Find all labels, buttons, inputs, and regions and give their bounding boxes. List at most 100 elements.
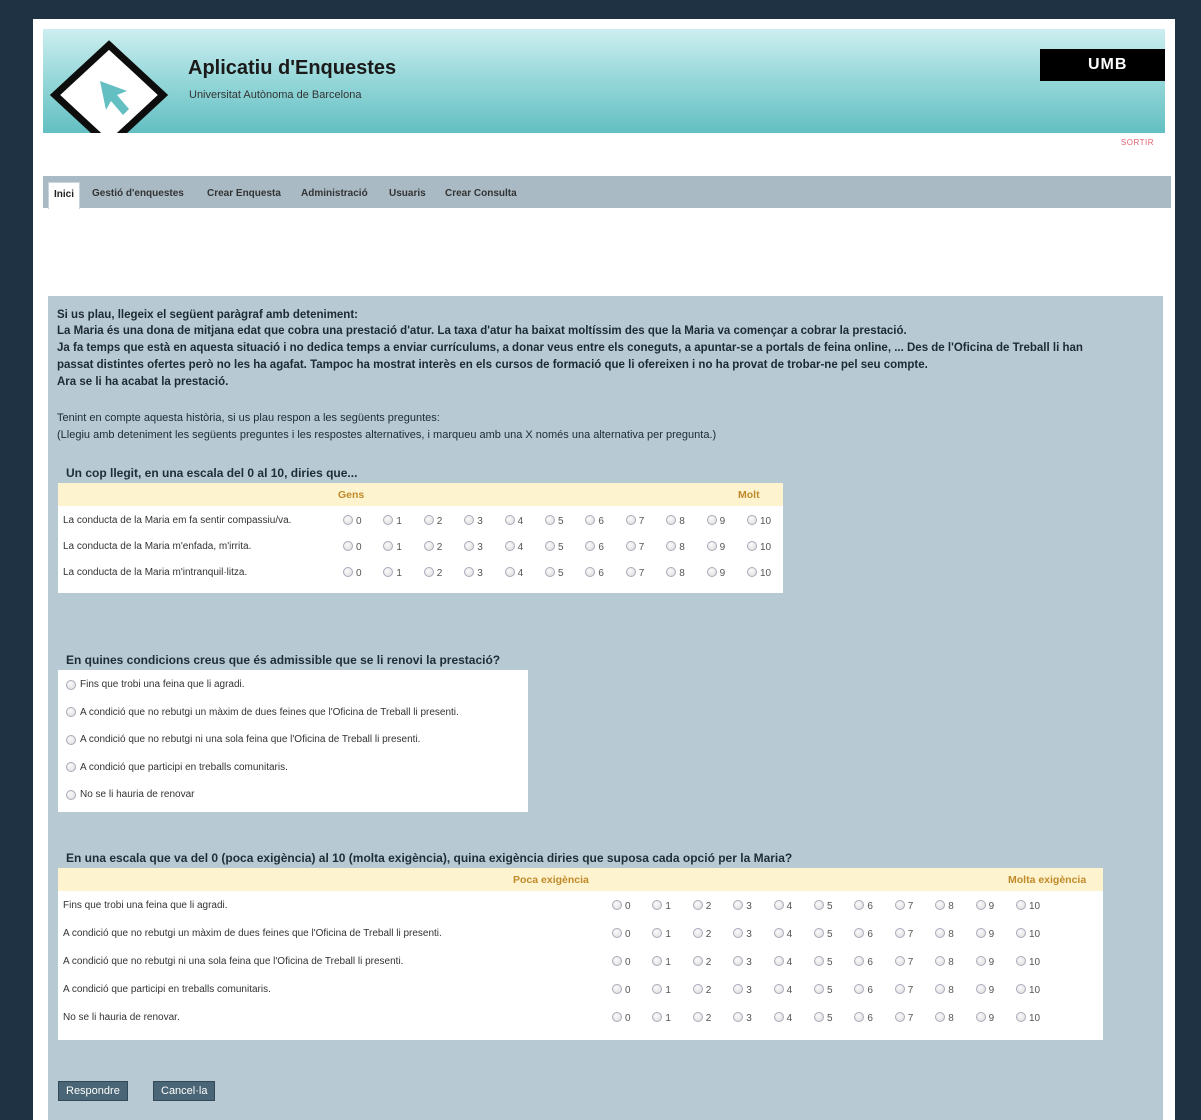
- radio-button-icon[interactable]: [975, 899, 986, 910]
- q1-row3-option-8[interactable]: 8: [666, 566, 685, 579]
- radio-button-icon[interactable]: [666, 514, 677, 525]
- radio-button-icon[interactable]: [545, 566, 555, 577]
- q3-row4-option-9[interactable]: 9: [975, 983, 994, 996]
- q3-row5-option-3[interactable]: 3: [733, 1011, 752, 1024]
- radio-button-icon[interactable]: [935, 927, 946, 938]
- radio-button-icon[interactable]: [733, 1011, 744, 1022]
- radio-button-icon[interactable]: [1016, 983, 1026, 994]
- q3-row2-option-9[interactable]: 9: [975, 927, 994, 940]
- tab-gestio-enquestes[interactable]: Gestió d'enquestes: [92, 188, 184, 199]
- q3-row5-option-7[interactable]: 7: [894, 1011, 913, 1024]
- q3-row3-option-1[interactable]: 1: [652, 955, 671, 968]
- q3-row3-option-6[interactable]: 6: [854, 955, 873, 968]
- q1-row3-option-10[interactable]: 10: [747, 566, 771, 579]
- radio-button-icon[interactable]: [692, 1011, 703, 1022]
- q3-row4-option-4[interactable]: 4: [773, 983, 792, 996]
- tab-crear-enquesta[interactable]: Crear Enquesta: [207, 188, 281, 199]
- q1-row2-option-10[interactable]: 10: [747, 540, 771, 553]
- radio-button-icon[interactable]: [814, 955, 824, 966]
- q1-row1-option-3[interactable]: 3: [464, 514, 483, 527]
- radio-button-icon[interactable]: [854, 927, 865, 938]
- q2-option-3[interactable]: A condició que no rebutgi ni una sola fe…: [66, 734, 420, 745]
- q1-row2-option-2[interactable]: 2: [423, 540, 442, 553]
- q2-option-2[interactable]: A condició que no rebutgi un màxim de du…: [66, 707, 459, 718]
- q1-row2-option-8[interactable]: 8: [666, 540, 685, 553]
- q3-row2-option-10[interactable]: 10: [1016, 927, 1040, 940]
- radio-button-icon[interactable]: [747, 514, 757, 525]
- q2-option-1[interactable]: Fins que trobi una feina que li agradi.: [66, 679, 245, 690]
- q3-row3-option-0[interactable]: 0: [612, 955, 631, 968]
- radio-button-icon[interactable]: [66, 762, 76, 772]
- radio-button-icon[interactable]: [652, 1011, 663, 1022]
- q1-row1-option-9[interactable]: 9: [706, 514, 725, 527]
- radio-button-icon[interactable]: [612, 927, 622, 938]
- radio-button-icon[interactable]: [773, 899, 784, 910]
- radio-button-icon[interactable]: [612, 983, 622, 994]
- q3-row2-option-6[interactable]: 6: [854, 927, 873, 940]
- q3-row2-option-0[interactable]: 0: [612, 927, 631, 940]
- q3-row5-option-2[interactable]: 2: [692, 1011, 711, 1024]
- radio-button-icon[interactable]: [1016, 955, 1026, 966]
- radio-button-icon[interactable]: [692, 955, 703, 966]
- q1-row2-option-6[interactable]: 6: [585, 540, 604, 553]
- q3-row4-option-6[interactable]: 6: [854, 983, 873, 996]
- q1-row1-option-0[interactable]: 0: [343, 514, 362, 527]
- radio-button-icon[interactable]: [975, 1011, 986, 1022]
- radio-button-icon[interactable]: [854, 955, 865, 966]
- q3-row3-option-7[interactable]: 7: [894, 955, 913, 968]
- radio-button-icon[interactable]: [975, 983, 986, 994]
- q3-row1-option-9[interactable]: 9: [975, 899, 994, 912]
- radio-button-icon[interactable]: [66, 789, 76, 800]
- q1-row2-option-9[interactable]: 9: [706, 540, 725, 553]
- q3-row1-option-5[interactable]: 5: [814, 899, 833, 912]
- q3-row3-option-3[interactable]: 3: [733, 955, 752, 968]
- radio-button-icon[interactable]: [894, 955, 905, 966]
- radio-button-icon[interactable]: [343, 540, 353, 551]
- submit-button[interactable]: Respondre: [58, 1081, 128, 1101]
- radio-button-icon[interactable]: [383, 540, 394, 551]
- q3-row3-option-5[interactable]: 5: [814, 955, 833, 968]
- radio-button-icon[interactable]: [733, 899, 744, 910]
- q3-row5-option-8[interactable]: 8: [935, 1011, 954, 1024]
- q3-row1-option-3[interactable]: 3: [733, 899, 752, 912]
- radio-button-icon[interactable]: [625, 514, 636, 525]
- q3-row2-option-3[interactable]: 3: [733, 927, 752, 940]
- radio-button-icon[interactable]: [935, 1011, 946, 1022]
- q3-row1-option-4[interactable]: 4: [773, 899, 792, 912]
- radio-button-icon[interactable]: [585, 566, 596, 577]
- radio-button-icon[interactable]: [692, 899, 703, 910]
- radio-button-icon[interactable]: [773, 927, 784, 938]
- q3-row4-option-3[interactable]: 3: [733, 983, 752, 996]
- radio-button-icon[interactable]: [894, 983, 905, 994]
- q3-row4-option-2[interactable]: 2: [692, 983, 711, 996]
- q3-row3-option-2[interactable]: 2: [692, 955, 711, 968]
- q1-row2-option-1[interactable]: 1: [383, 540, 402, 553]
- radio-button-icon[interactable]: [66, 734, 76, 745]
- radio-button-icon[interactable]: [733, 955, 744, 966]
- radio-button-icon[interactable]: [894, 1011, 905, 1022]
- radio-button-icon[interactable]: [585, 514, 596, 525]
- q3-row4-option-1[interactable]: 1: [652, 983, 671, 996]
- q3-row1-option-1[interactable]: 1: [652, 899, 671, 912]
- q1-row2-option-3[interactable]: 3: [464, 540, 483, 553]
- radio-button-icon[interactable]: [585, 540, 596, 551]
- radio-button-icon[interactable]: [464, 540, 475, 551]
- q3-row5-option-10[interactable]: 10: [1016, 1011, 1040, 1024]
- q1-row3-option-1[interactable]: 1: [383, 566, 402, 579]
- q1-row1-option-10[interactable]: 10: [747, 514, 771, 527]
- radio-button-icon[interactable]: [975, 927, 986, 938]
- radio-button-icon[interactable]: [692, 983, 703, 994]
- radio-button-icon[interactable]: [894, 927, 905, 938]
- radio-button-icon[interactable]: [773, 1011, 784, 1022]
- q2-option-5[interactable]: No se li hauria de renovar: [66, 789, 195, 800]
- q3-row5-option-0[interactable]: 0: [612, 1011, 631, 1024]
- q3-row5-option-4[interactable]: 4: [773, 1011, 792, 1024]
- q1-row1-option-1[interactable]: 1: [383, 514, 402, 527]
- q3-row1-option-8[interactable]: 8: [935, 899, 954, 912]
- q1-row2-option-5[interactable]: 5: [545, 540, 564, 553]
- radio-button-icon[interactable]: [504, 540, 515, 551]
- tab-inici[interactable]: Inici: [48, 182, 81, 209]
- q3-row5-option-6[interactable]: 6: [854, 1011, 873, 1024]
- radio-button-icon[interactable]: [612, 1011, 622, 1022]
- q3-row3-option-4[interactable]: 4: [773, 955, 792, 968]
